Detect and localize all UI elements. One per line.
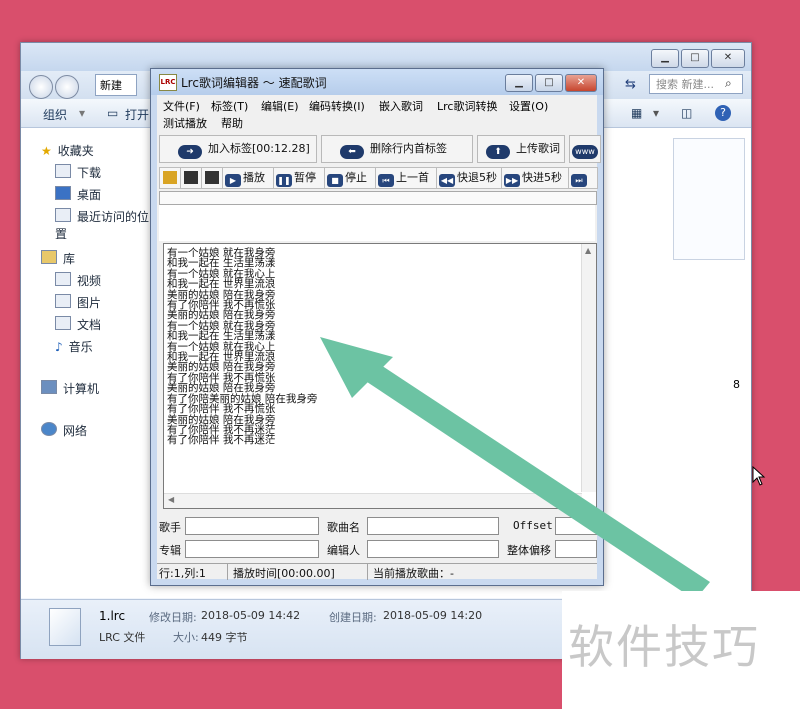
arrow-shaft <box>343 350 710 600</box>
watermark-panel: 软件技巧 <box>562 591 800 709</box>
watermark-text: 软件技巧 <box>568 620 760 674</box>
mouse-cursor-icon <box>752 466 766 486</box>
